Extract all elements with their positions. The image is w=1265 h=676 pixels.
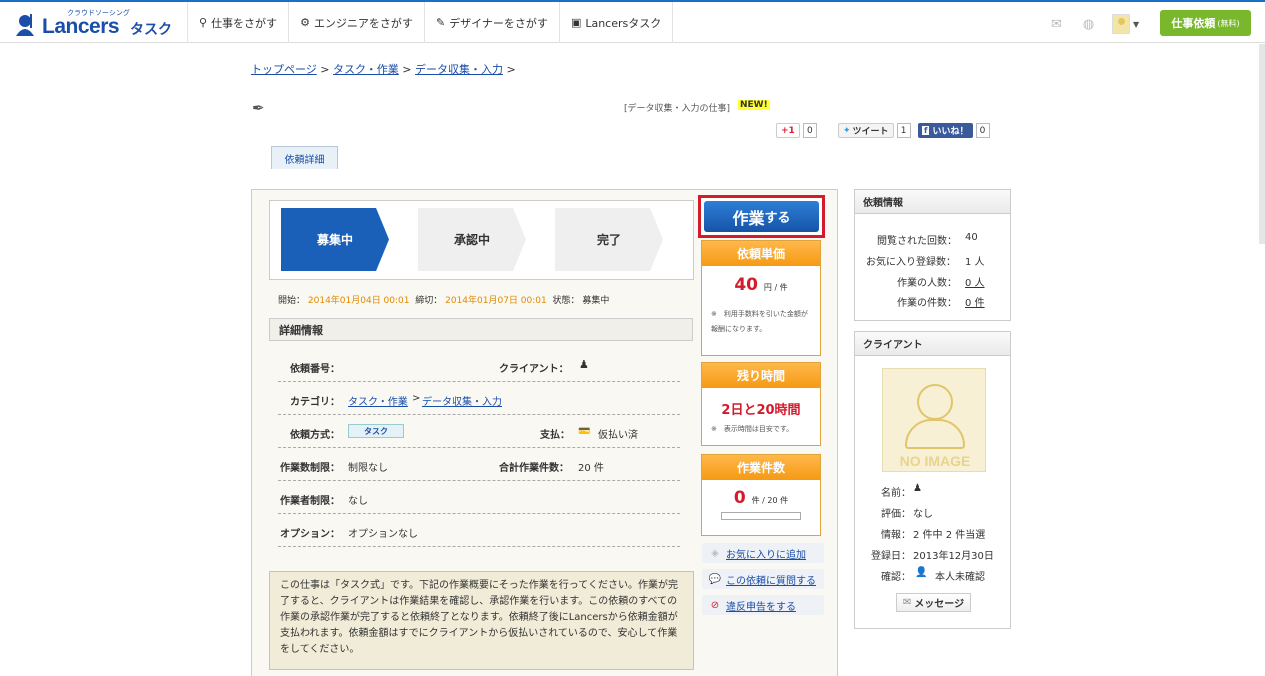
- ask-question-link[interactable]: 💬 この依頼に質問する: [702, 569, 824, 589]
- detail-row-worker-limit: 作業者制限： なし: [278, 481, 680, 514]
- report-violation-link[interactable]: ⊘ 違反申告をする: [702, 595, 824, 615]
- site-header: クラウドソーシング Lancers タスク ⚲ 仕事をさがす ⚙ エンジニアをさ…: [0, 2, 1265, 43]
- job-dates: 開始： 2014年01月04日 00:01 締切： 2014年01月07日 00…: [278, 296, 610, 306]
- like-button[interactable]: f いいね！: [918, 123, 973, 138]
- step-approving: 承認中: [418, 208, 526, 271]
- breadcrumb-data-entry[interactable]: データ収集・入力: [415, 63, 503, 76]
- client-title: クライアント: [855, 332, 1010, 356]
- tab-request-detail[interactable]: 依頼詳細: [271, 146, 338, 169]
- job-category-tag: [データ収集・入力の仕事]: [624, 104, 731, 114]
- client-box: クライアント NO IMAGE 名前： ♟ 評価： なし 情報： 2 件中 2 …: [854, 331, 1011, 629]
- start-date: 2014年01月04日 00:01: [307, 296, 410, 306]
- breadcrumb: トップページ > タスク・作業 > データ収集・入力 >: [251, 63, 516, 76]
- views-count: 40: [965, 232, 978, 243]
- tag-icon: ◈: [711, 547, 719, 559]
- detail-row-category: カテゴリ： タスク・作業 > データ収集・入力: [278, 382, 680, 415]
- lancers-task-logo[interactable]: クラウドソーシング Lancers タスク: [12, 6, 177, 40]
- gplus-share[interactable]: +1 0: [776, 123, 817, 138]
- post-job-button[interactable]: 仕事依頼 (無料): [1160, 10, 1251, 36]
- twitter-bird-icon: ✦: [843, 125, 851, 136]
- category-link-data-entry[interactable]: データ収集・入力: [422, 393, 502, 408]
- facebook-icon: f: [922, 126, 930, 135]
- tweet-share[interactable]: ✦ ツイート 1: [838, 123, 911, 138]
- box-icon: ▣: [570, 16, 582, 29]
- end-date: 2014年01月07日 00:01: [445, 296, 547, 306]
- detail-row-limit: 作業数制限： 制限なし 合計作業件数： 20 件: [278, 448, 680, 481]
- nav-lancers-task[interactable]: ▣ Lancersタスク: [558, 2, 674, 43]
- nav-find-jobs[interactable]: ⚲ 仕事をさがす: [187, 2, 288, 43]
- method-badge: タスク: [348, 424, 404, 438]
- gplus-button[interactable]: +1: [776, 123, 800, 138]
- workers-count-link[interactable]: 0 人: [965, 274, 985, 289]
- user-avatar[interactable]: [1112, 14, 1130, 34]
- header-icons: ✉ ◍ ▼: [1048, 14, 1139, 34]
- envelope-icon: ✉: [902, 597, 912, 608]
- client-rating: なし: [913, 509, 933, 520]
- count-title: 作業件数: [702, 455, 820, 480]
- breadcrumb-task[interactable]: タスク・作業: [333, 63, 399, 76]
- details-section-title: 詳細情報: [269, 318, 693, 341]
- detail-row-option: オプション： オプションなし: [278, 514, 680, 547]
- task-count-box: 作業件数 0 件 / 20 件: [701, 454, 821, 536]
- remaining-title: 残り時間: [702, 363, 820, 388]
- tweet-count: 1: [896, 123, 911, 138]
- detail-row-method: 依頼方式： タスク 支払： 💳 仮払い済: [278, 415, 680, 448]
- client-person-icon[interactable]: ♟: [579, 358, 589, 371]
- engineer-icon: ⚙: [300, 16, 310, 29]
- gplus-count: 0: [802, 123, 817, 138]
- request-info-title: 依頼情報: [855, 190, 1010, 214]
- client-avatar-placeholder: NO IMAGE: [882, 368, 986, 472]
- job-status: 募集中: [582, 296, 610, 306]
- step-recruiting: 募集中: [281, 208, 389, 271]
- price-note: ※ 利用手数料を引いた金額が報酬になります。: [711, 310, 808, 333]
- new-badge: NEW!: [738, 100, 770, 110]
- remaining-value: 2日と20時間: [721, 403, 801, 418]
- category-link-task[interactable]: タスク・作業: [348, 393, 408, 408]
- facebook-like[interactable]: f いいね！ 0: [918, 123, 990, 138]
- client-info: 2 件中 2 件当選: [913, 530, 986, 541]
- nav-find-engineers[interactable]: ⚙ エンジニアをさがす: [288, 2, 424, 43]
- remaining-note: ※ 表示時間は目安です。: [711, 425, 794, 433]
- mail-icon[interactable]: ✉: [1048, 16, 1065, 33]
- main-nav: ⚲ 仕事をさがす ⚙ エンジニアをさがす ✎ デザイナーをさがす ▣ Lance…: [187, 2, 674, 43]
- request-info-box: 依頼情報 閲覧された回数： 40 お気に入り登録数： 1 人 作業の人数： 0 …: [854, 189, 1011, 321]
- payment-status: 仮払い済: [598, 430, 638, 441]
- client-verify-status: 本人未確認: [935, 572, 985, 583]
- add-favorite-link[interactable]: ◈ お気に入りに追加: [702, 543, 824, 563]
- page-scrollbar[interactable]: [1259, 44, 1265, 244]
- client-name-icon[interactable]: ♟: [913, 483, 922, 494]
- payment-icon: 💳: [578, 426, 591, 437]
- logo-task-text: タスク: [130, 22, 172, 38]
- pen-nib-icon: ✎: [435, 16, 446, 29]
- start-work-button[interactable]: 作業 する: [704, 201, 819, 232]
- chevron-down-icon[interactable]: ▼: [1133, 20, 1139, 29]
- unverified-person-icon: 👤: [915, 567, 928, 578]
- logo-text: Lancers: [42, 15, 120, 38]
- search-icon: ⚲: [199, 16, 208, 29]
- lancer-mascot-icon: [16, 14, 34, 36]
- globe-icon[interactable]: ◍: [1080, 16, 1097, 33]
- tweet-button[interactable]: ✦ ツイート: [838, 123, 894, 138]
- client-registered: 2013年12月30日: [913, 551, 994, 562]
- price-title: 依頼単価: [702, 241, 820, 266]
- count-value: 0 件 / 20 件: [733, 488, 789, 508]
- count-progress-bar: [721, 512, 801, 520]
- step-complete: 完了: [555, 208, 663, 271]
- speech-bubble-icon: 💬: [708, 573, 722, 585]
- prohibited-icon: ⊘: [710, 599, 720, 611]
- remaining-time-box: 残り時間 2日と20時間 ※ 表示時間は目安です。: [701, 362, 821, 446]
- nav-find-designers[interactable]: ✎ デザイナーをさがす: [423, 2, 559, 43]
- task-description: この仕事は「タスク式」です。下記の作業概要にそった作業を行ってください。作業が完…: [269, 571, 694, 670]
- detail-row-number: 依頼番号： クライアント： ♟: [278, 349, 680, 382]
- tasks-count-link[interactable]: 0 件: [965, 294, 985, 309]
- send-message-button[interactable]: ✉ メッセージ: [896, 593, 971, 612]
- favorites-count: 1 人: [965, 257, 985, 268]
- work-button-frame: 作業 する: [698, 195, 825, 238]
- price-box: 依頼単価 40 円 / 件 ※ 利用手数料を引いた金額が報酬になります。: [701, 240, 821, 356]
- status-steps: 募集中 承認中 完了: [269, 200, 694, 280]
- like-count: 0: [975, 123, 990, 138]
- price-value: 40 円 / 件: [734, 275, 788, 295]
- pen-icon: ✒: [252, 99, 265, 117]
- breadcrumb-top[interactable]: トップページ: [251, 63, 317, 76]
